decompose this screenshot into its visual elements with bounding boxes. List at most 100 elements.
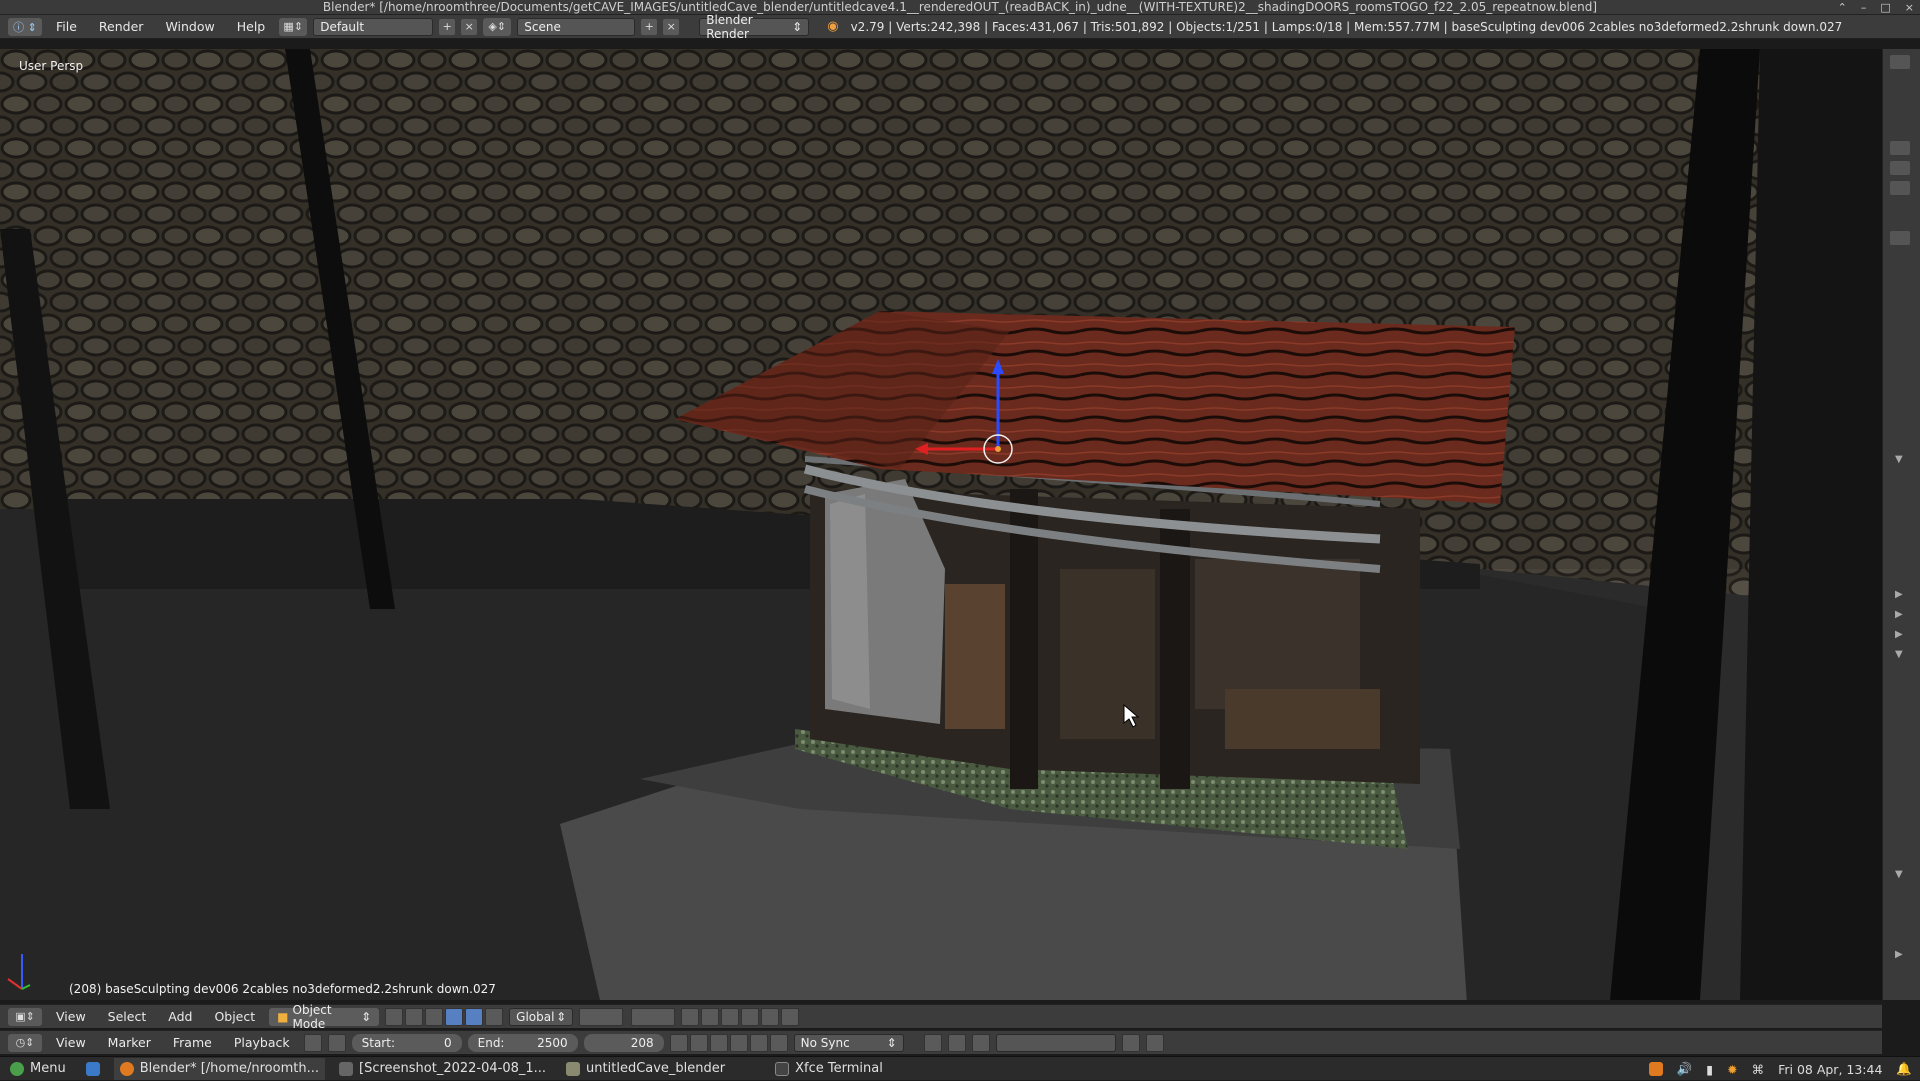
scale-manipulator-icon[interactable]: [485, 1007, 504, 1026]
menu-file[interactable]: File: [48, 19, 85, 34]
insert-keyframe-icon[interactable]: [1121, 1033, 1140, 1052]
properties-icon[interactable]: [1890, 231, 1910, 245]
brightness-icon[interactable]: ✹: [1727, 1062, 1737, 1077]
task-screenshot[interactable]: [Screenshot_2022-04-08_1...: [333, 1058, 552, 1080]
timeline-menu-playback[interactable]: Playback: [226, 1035, 298, 1050]
network-icon[interactable]: ⌘: [1752, 1062, 1765, 1077]
menu-object[interactable]: Object: [206, 1009, 263, 1024]
window-maximize-icon[interactable]: □: [1880, 1, 1890, 14]
task-terminal[interactable]: Xfce Terminal: [769, 1058, 889, 1080]
screen-add-icon[interactable]: +: [439, 18, 456, 35]
snap-icon[interactable]: [721, 1007, 740, 1026]
window-minimize-icon[interactable]: –: [1861, 1, 1867, 14]
record-icon[interactable]: [923, 1033, 942, 1052]
render-tab-icon[interactable]: [1890, 141, 1910, 155]
viewport-shading-icon[interactable]: [385, 1007, 404, 1026]
lock-range-icon[interactable]: [327, 1033, 346, 1052]
timeline-menu-frame[interactable]: Frame: [165, 1035, 220, 1050]
preview-range-icon[interactable]: [303, 1033, 322, 1052]
prev-keyframe-icon[interactable]: [689, 1033, 708, 1052]
menu-help[interactable]: Help: [229, 19, 274, 34]
outliner-icon[interactable]: [1890, 55, 1910, 69]
start-frame-field[interactable]: Start: 0: [351, 1033, 462, 1052]
3d-viewport[interactable]: User Persp (208) baseSculpting dev006 2c…: [0, 49, 1882, 1000]
menu-select[interactable]: Select: [100, 1009, 155, 1024]
snap-element-icon[interactable]: [741, 1007, 760, 1026]
battery-icon[interactable]: ▮: [1706, 1062, 1713, 1077]
manipulator-toggle-icon[interactable]: [425, 1007, 444, 1026]
opengl-render-icon[interactable]: [761, 1007, 780, 1026]
next-keyframe-icon[interactable]: [749, 1033, 768, 1052]
translate-manipulator-icon[interactable]: [445, 1007, 464, 1026]
window-titlebar: Blender* [/home/nroomthree/Documents/get…: [0, 0, 1920, 15]
scene-field[interactable]: Scene: [517, 17, 636, 36]
mode-label: Object Mode: [292, 1002, 332, 1031]
timeline-menu-marker[interactable]: Marker: [100, 1035, 159, 1050]
active-object-label: (208) baseSculpting dev006 2cables no3de…: [69, 982, 496, 996]
scene-tab-icon[interactable]: [1890, 181, 1910, 195]
scene-icon[interactable]: ◈⇕: [483, 17, 512, 36]
window-pin-icon[interactable]: ⌃: [1838, 1, 1847, 14]
rotate-manipulator-icon[interactable]: [465, 1007, 484, 1026]
info-editor-type-button[interactable]: ⓘ ⇕: [8, 17, 42, 36]
layers-group-2[interactable]: [631, 1007, 676, 1026]
scroll-arrow-icon[interactable]: ▶: [1895, 949, 1903, 960]
start-menu-label: Menu: [30, 1061, 66, 1076]
task-terminal-label: Xfce Terminal: [795, 1061, 883, 1076]
play-icon[interactable]: [729, 1033, 748, 1052]
scroll-arrow-icon[interactable]: ▶: [1895, 589, 1903, 600]
menu-render[interactable]: Render: [91, 19, 152, 34]
delete-keyframe-icon[interactable]: [1145, 1033, 1164, 1052]
scene-stats: v2.79 | Verts:242,398 | Faces:431,067 | …: [850, 19, 1843, 34]
scene-remove-icon[interactable]: ×: [663, 18, 680, 35]
scene-add-icon[interactable]: +: [641, 18, 658, 35]
current-frame-field[interactable]: 208: [583, 1033, 664, 1052]
volume-icon[interactable]: 🔊: [1677, 1061, 1693, 1077]
keying-set-icon[interactable]: [947, 1033, 966, 1052]
scroll-arrow-icon[interactable]: ▼: [1895, 454, 1903, 465]
interaction-mode-select[interactable]: ■ Object Mode ⇕: [269, 1003, 380, 1031]
menu-view[interactable]: View: [48, 1009, 94, 1024]
window-close-icon[interactable]: ×: [1905, 1, 1914, 14]
menu-window[interactable]: Window: [157, 19, 222, 34]
lock-layers-icon[interactable]: [681, 1007, 700, 1026]
screen-remove-icon[interactable]: ×: [461, 18, 478, 35]
clock[interactable]: Fri 08 Apr, 13:44: [1778, 1062, 1882, 1077]
scroll-arrow-icon[interactable]: ▼: [1895, 649, 1903, 660]
start-menu-button[interactable]: Menu: [4, 1058, 72, 1080]
render-engine-select[interactable]: Blender Render ⇕: [699, 13, 810, 41]
show-desktop-button[interactable]: [80, 1058, 106, 1080]
notification-icon[interactable]: 🔔: [1896, 1061, 1912, 1077]
scroll-arrow-icon[interactable]: ▼: [1895, 869, 1903, 880]
editor-type-timeline-button[interactable]: ◷⇕: [8, 1033, 42, 1052]
active-keying-set-field[interactable]: [995, 1033, 1116, 1052]
jump-start-icon[interactable]: [669, 1033, 688, 1052]
transform-orientation-select[interactable]: Global ⇕: [509, 1007, 574, 1026]
jump-end-icon[interactable]: [769, 1033, 788, 1052]
screen-layout-field[interactable]: Default: [313, 17, 434, 36]
task-file-manager[interactable]: untitledCave_blender: [560, 1058, 731, 1080]
view-perspective-label: User Persp: [19, 59, 84, 73]
layers-tab-icon[interactable]: [1890, 161, 1910, 175]
proportional-edit-icon[interactable]: [701, 1007, 720, 1026]
opengl-animation-icon[interactable]: [781, 1007, 800, 1026]
scroll-arrow-icon[interactable]: ▶: [1895, 629, 1903, 640]
right-edge-panel: ▼ ▶ ▶ ▶ ▼ ▼ ▶: [1882, 49, 1920, 1000]
pivot-point-icon[interactable]: [405, 1007, 424, 1026]
render-engine-label: Blender Render: [706, 12, 753, 41]
menu-add[interactable]: Add: [160, 1009, 200, 1024]
snapping-controls: [681, 1007, 800, 1026]
blender-tray-icon[interactable]: [1648, 1062, 1663, 1076]
screen-layout-icon[interactable]: ▦⇕: [279, 17, 308, 36]
scroll-arrow-icon[interactable]: ▶: [1895, 609, 1903, 620]
editor-type-3dview-button[interactable]: ▣⇕: [8, 1007, 42, 1026]
sync-mode-select[interactable]: No Sync ⇕: [793, 1033, 904, 1052]
task-blender[interactable]: Blender* [/home/nroomth...: [113, 1057, 325, 1080]
key-icon[interactable]: [971, 1033, 990, 1052]
3d-view-header: ▣⇕ View Select Add Object ■ Object Mode ⇕ …: [0, 1003, 1882, 1031]
screen-layout-label: Default: [320, 19, 365, 34]
play-reverse-icon[interactable]: [709, 1033, 728, 1052]
layers-group-1[interactable]: [579, 1007, 624, 1026]
end-frame-field[interactable]: End: 2500: [467, 1033, 578, 1052]
timeline-menu-view[interactable]: View: [48, 1035, 94, 1050]
